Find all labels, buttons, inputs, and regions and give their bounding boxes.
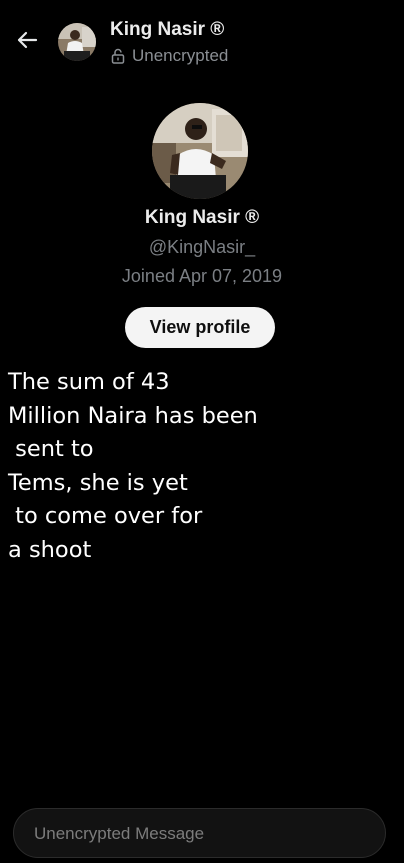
caption-line: a shoot (8, 536, 92, 563)
back-button[interactable] (12, 27, 42, 57)
unlocked-lock-icon (110, 48, 126, 64)
caption-line: Tems, she is yet (8, 469, 188, 496)
header-avatar[interactable] (58, 23, 96, 61)
caption-text: The sum of 43 Million Naira has been sen… (8, 366, 308, 567)
header-contact-name: King Nasir ® (110, 19, 225, 40)
caption-line: The sum of 43 (8, 369, 170, 395)
profile-handle: @KingNasir_ (148, 237, 256, 257)
view-profile-button[interactable]: View profile (125, 307, 275, 348)
profile-avatar[interactable] (152, 103, 248, 199)
profile-joined-date: Joined Apr 07, 2019 (121, 266, 283, 286)
caption-line: to come over for (8, 503, 203, 529)
arrow-left-icon (16, 29, 38, 56)
encryption-status-label: Unencrypted (132, 46, 229, 65)
conversation-header: King Nasir ® Unencrypted (0, 0, 404, 82)
message-composer (13, 808, 386, 859)
profile-name: King Nasir ® (144, 207, 260, 228)
message-input[interactable] (32, 809, 366, 859)
caption-line: sent to (8, 436, 94, 462)
encryption-status: Unencrypted (110, 46, 228, 66)
caption-line: Million Naira has been (8, 402, 258, 429)
